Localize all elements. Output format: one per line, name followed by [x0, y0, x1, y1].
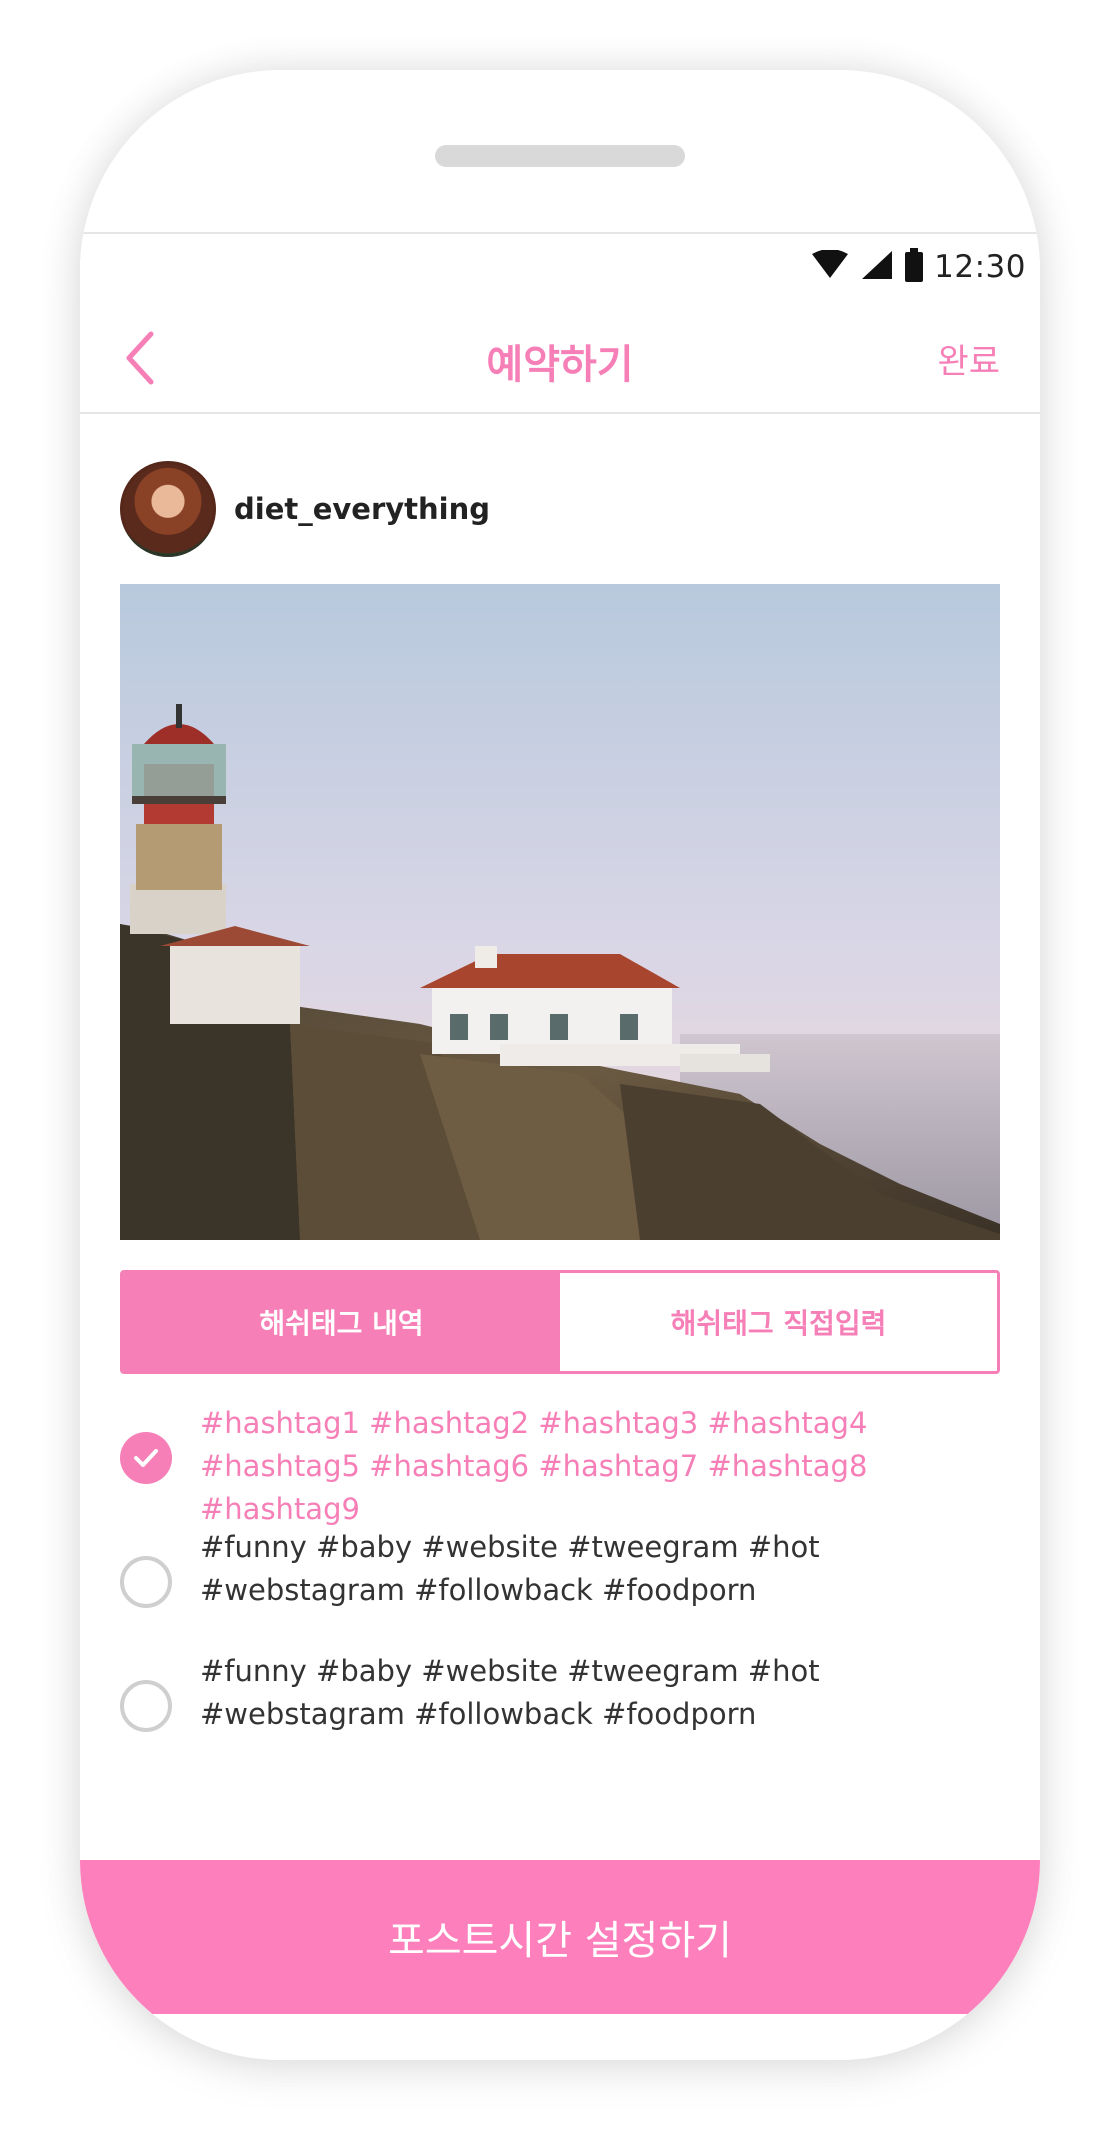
post-photo: [120, 584, 1000, 1240]
hashtag-set-item[interactable]: #funny #baby #website #tweegram #hot #we…: [120, 1526, 1000, 1650]
wifi-icon: [810, 249, 850, 284]
status-bar: 12:30: [80, 234, 1040, 304]
status-time: 12:30: [934, 249, 1026, 285]
username[interactable]: diet_everything: [234, 492, 490, 526]
battery-icon: [904, 248, 924, 286]
post-author: diet_everything: [120, 460, 490, 558]
done-button[interactable]: 완료: [937, 334, 1000, 383]
phone-speaker: [435, 145, 685, 167]
hashtag-tabs: 해쉬태그 내역 해쉬태그 직접입력: [120, 1270, 1000, 1374]
radio-unchecked[interactable]: [120, 1556, 172, 1608]
tab-hashtag-history[interactable]: 해쉬태그 내역: [123, 1273, 560, 1371]
phone-frame: 12:30 예약하기 완료 diet_everything 해쉬태그 내역 해쉬…: [80, 70, 1040, 2060]
hashtag-set-text: #funny #baby #website #tweegram #hot #we…: [200, 1530, 820, 1607]
signal-icon: [860, 249, 894, 285]
app-screen: 12:30 예약하기 완료 diet_everything 해쉬태그 내역 해쉬…: [80, 232, 1040, 2014]
hashtag-set-item[interactable]: #funny #baby #website #tweegram #hot #we…: [120, 1650, 1000, 1774]
status-icons: 12:30: [810, 248, 1026, 286]
app-header: 예약하기 완료: [80, 304, 1040, 414]
page-title: 예약하기: [486, 342, 634, 388]
radio-checked[interactable]: [120, 1432, 172, 1484]
hashtag-set-item[interactable]: #hashtag1 #hashtag2 #hashtag3 #hashtag4 …: [120, 1402, 1000, 1526]
tab-hashtag-direct-input[interactable]: 해쉬태그 직접입력: [560, 1273, 997, 1371]
set-post-time-button[interactable]: 포스트시간 설정하기: [80, 1860, 1040, 2014]
avatar[interactable]: [120, 461, 216, 557]
hashtag-set-list: #hashtag1 #hashtag2 #hashtag3 #hashtag4 …: [120, 1402, 1000, 1774]
check-icon: [134, 1449, 158, 1467]
hashtag-set-text: #hashtag1 #hashtag2 #hashtag3 #hashtag4 …: [200, 1406, 868, 1526]
radio-unchecked[interactable]: [120, 1680, 172, 1732]
hashtag-set-text: #funny #baby #website #tweegram #hot #we…: [200, 1654, 820, 1731]
